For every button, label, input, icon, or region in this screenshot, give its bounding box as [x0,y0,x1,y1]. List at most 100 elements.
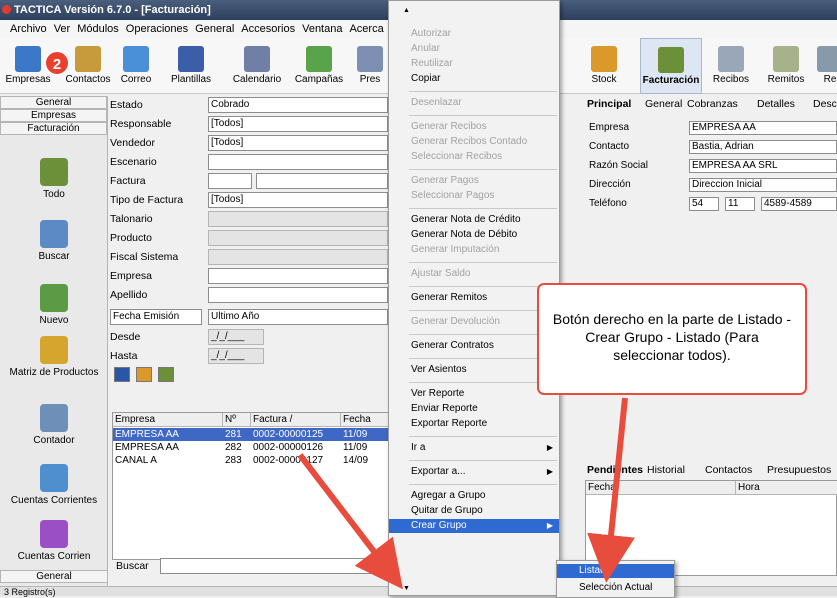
detail-tab-1[interactable]: General [645,96,682,112]
menu-item[interactable]: Ver Reporte [389,387,559,401]
menu-scroll-down-icon[interactable]: ▼ [403,585,410,592]
filter-input[interactable]: [Todos] [208,192,388,208]
bottom-tab-1[interactable]: Historial [647,462,685,478]
left-tab-0[interactable]: General [0,96,107,109]
menu-item[interactable]: Crear Grupo ▶ [389,519,559,533]
pendientes-header-1[interactable]: Hora [736,481,837,495]
toolbar-recibos-button[interactable]: Recibos [706,38,756,94]
left-item-5[interactable]: Cuentas Corrientes [0,464,108,506]
menu-2[interactable]: Módulos [77,23,119,35]
bottom-tab-3[interactable]: Presupuestos [767,462,831,478]
menu-separator [409,334,557,335]
grid-header-3[interactable]: Fecha [341,413,391,427]
menu-item[interactable]: Enviar Reporte [389,402,559,416]
menu-0[interactable]: Archivo [10,23,47,35]
left-item-0[interactable]: Todo [0,158,108,200]
toolbar-calendario-button[interactable]: Calendario [228,38,286,94]
detail-tab-0[interactable]: Principal [587,96,631,112]
save-icon[interactable] [114,367,130,382]
detail-tab-3[interactable]: Detalles [757,96,795,112]
menu-5[interactable]: Accesorios [241,23,295,35]
telefono-area-input[interactable]: 54 [689,197,719,211]
toolbar-remitos-button[interactable]: Remitos [760,38,812,94]
left-item-2[interactable]: Nuevo [0,284,108,326]
grid-header-1[interactable]: Nº [223,413,251,427]
filter-input[interactable]: Cobrado [208,97,388,113]
menu-item[interactable]: Ver Asientos [389,363,559,377]
toolbar-re-button[interactable]: Re [815,38,837,94]
menu-scroll-up-icon[interactable]: ▲ [403,7,410,14]
fecha-range-input[interactable]: Ultimo Año [208,309,388,325]
filter-input[interactable] [208,154,388,170]
hasta-date-input[interactable]: _/_/___ [208,348,264,364]
telefono-number-input[interactable]: 4589-4589 [761,197,837,211]
left-item-1[interactable]: Buscar [0,220,108,262]
toolbar-campanas-button[interactable]: Campañas [290,38,348,94]
telefono-code-input[interactable]: 11 [725,197,755,211]
grid-cell-factura: 0002-00000126 [253,442,324,453]
menu-item[interactable]: Ir a ▶ [389,441,559,455]
bottom-tab-2[interactable]: Contactos [705,462,752,478]
toolbar-presupuestos-button[interactable]: Pres [350,38,390,94]
filter-input[interactable] [208,173,252,189]
menu-item[interactable]: Exportar a... ▶ [389,465,559,479]
toolbar-label: Remitos [767,74,805,85]
menu-item[interactable]: Generar Contratos [389,339,559,353]
menu-item-label: Generar Devolución [411,316,500,327]
submenu-item[interactable]: Selección Actual [557,581,674,595]
detail-value[interactable]: EMPRESA AA SRL [689,159,837,173]
menu-item[interactable]: Generar Nota de Débito [389,228,559,242]
menu-6[interactable]: Ventana [302,23,342,35]
toolbar-contactos-button[interactable]: Contactos [62,38,114,94]
menu-item[interactable]: Generar Remitos [389,291,559,305]
submenu-item[interactable]: Listado [557,564,674,578]
toolbar-plantillas-button[interactable]: Plantillas [162,38,220,94]
detail-label: Contacto [589,141,630,152]
menu-item-label: Crear Grupo [411,520,467,531]
toolbar-stock-button[interactable]: Stock [580,38,628,94]
menu-7[interactable]: Acerca [349,23,383,35]
menu-item[interactable]: Generar Nota de Crédito [389,213,559,227]
menu-1[interactable]: Ver [54,23,71,35]
left-item-6[interactable]: Cuentas Corrien [0,520,108,562]
left-item-4[interactable]: Contador [0,404,108,446]
toolbar-correo-button[interactable]: Correo [112,38,160,94]
grid-cell-num: 281 [225,429,242,440]
filter-input[interactable]: [Todos] [208,116,388,132]
table-row[interactable]: EMPRESA AA 281 0002-00000125 11/09 [113,428,391,441]
detail-tab-2[interactable]: Cobranzas [687,96,738,112]
menu-item[interactable]: Agregar a Grupo [389,489,559,503]
detail-tab-4[interactable]: Desc [813,96,837,112]
left-tab-2[interactable]: Facturación [0,122,107,135]
filter-input[interactable] [208,287,388,303]
left-bottom-tab[interactable]: General [0,570,108,583]
grid-header-2[interactable]: Factura / [251,413,341,427]
detail-value[interactable]: Bastia, Adrian [689,140,837,154]
detail-value[interactable]: EMPRESA AA [689,121,837,135]
menu-item[interactable]: Exportar Reporte [389,417,559,431]
detail-value[interactable]: Direccion Inicial [689,178,837,192]
toolbar-facturacion-button[interactable]: Facturación [640,38,702,94]
results-grid[interactable]: Empresa Nº Factura / Fecha EMPRESA AA 281 0002… [112,412,391,560]
desde-date-input[interactable]: _/_/___ [208,329,264,345]
stock-icon [591,46,617,72]
menu-4[interactable]: General [195,23,234,35]
menu-3[interactable]: Operaciones [126,23,188,35]
table-row[interactable]: CANAL A 283 0002-00000127 14/09 [113,454,391,467]
pendientes-header-0[interactable]: Fecha [586,481,736,495]
left-item-3[interactable]: Matriz de Productos [0,336,108,378]
fecha-type-select[interactable]: Fecha Emisión [110,309,202,325]
save-as-icon[interactable] [136,367,152,382]
left-tab-1[interactable]: Empresas [0,109,107,122]
bottom-tab-0[interactable]: Pendientes [587,462,643,478]
menu-item[interactable]: Copiar [389,72,559,86]
grid-header-0[interactable]: Empresa [113,413,223,427]
detail-label: Dirección [589,179,631,190]
filter-input[interactable]: [Todos] [208,135,388,151]
group-icon[interactable] [158,367,174,382]
menu-item[interactable]: Quitar de Grupo [389,504,559,518]
search-input[interactable] [160,558,388,574]
factura-number-input[interactable] [256,173,388,189]
filter-input[interactable] [208,268,388,284]
table-row[interactable]: EMPRESA AA 282 0002-00000126 11/09 [113,441,391,454]
